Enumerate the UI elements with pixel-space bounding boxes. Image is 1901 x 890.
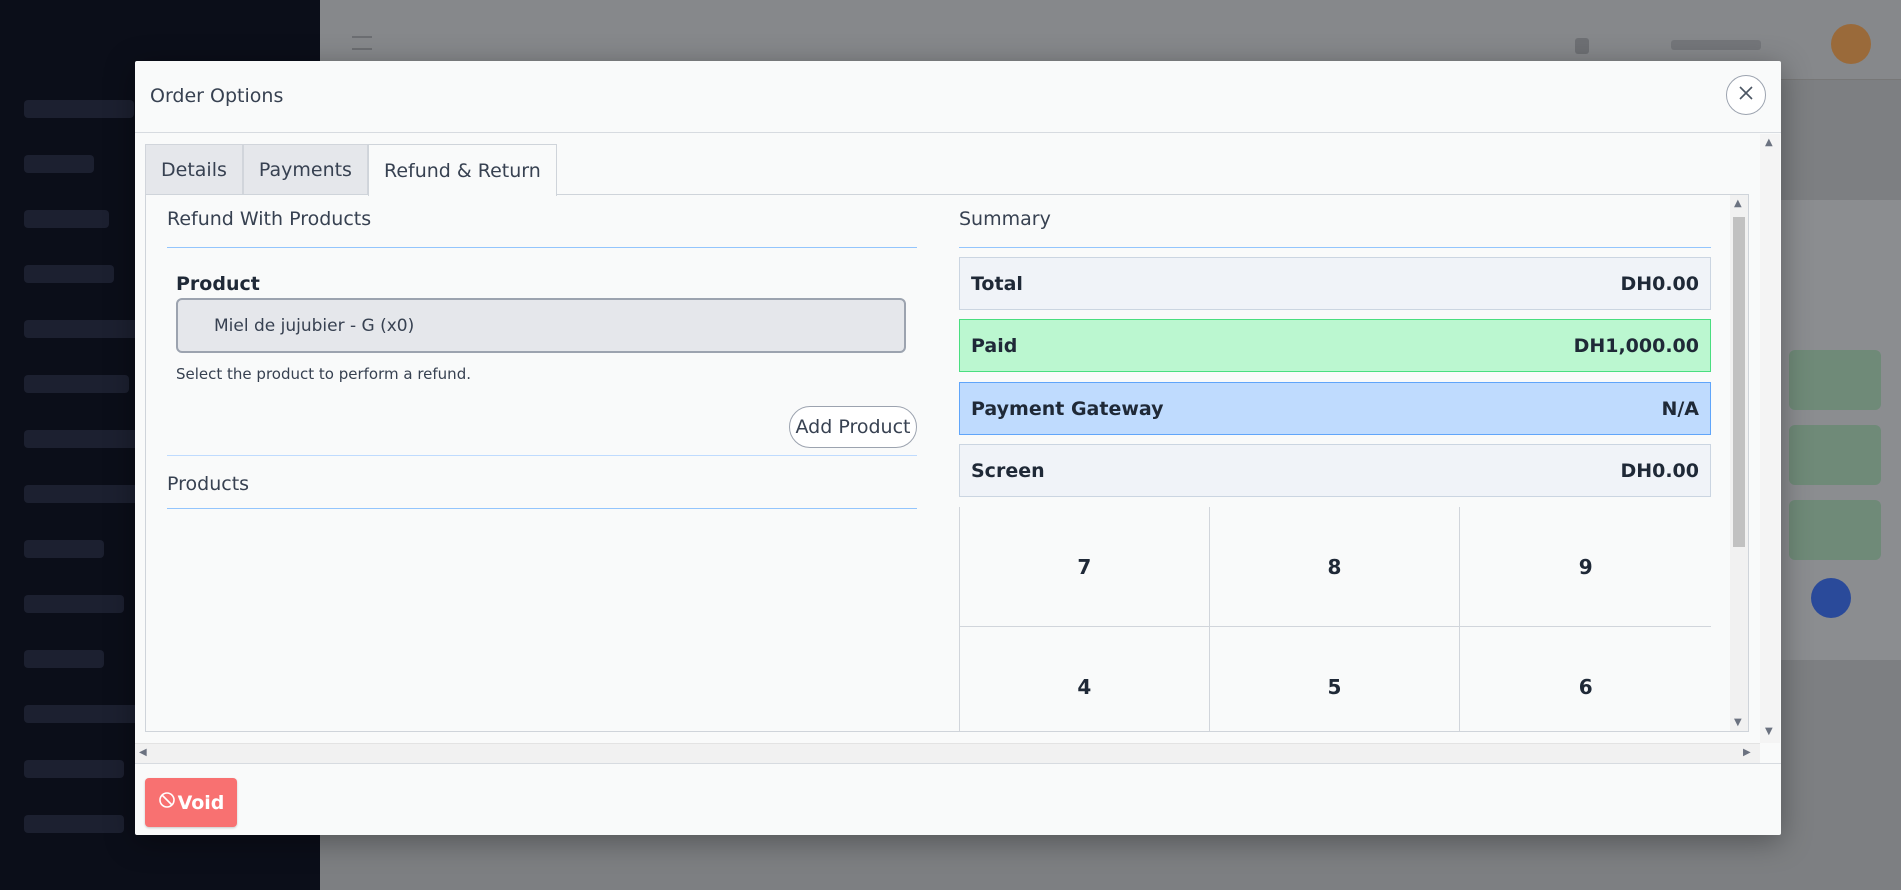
summary-gateway-value: N/A (1661, 397, 1699, 420)
close-button[interactable] (1726, 75, 1766, 115)
background-item (1789, 425, 1881, 485)
sidebar-placeholder (24, 100, 134, 118)
numpad-key-4[interactable]: 4 (959, 627, 1210, 731)
sidebar-placeholder (24, 815, 124, 833)
summary-title: Summary (959, 208, 1051, 230)
modal-horizontal-scrollbar[interactable]: ◀ ▶ (135, 743, 1760, 763)
numpad: 7 8 9 4 5 6 (959, 507, 1711, 731)
numpad-key-7[interactable]: 7 (959, 507, 1210, 627)
summary-total-value: DH0.00 (1620, 272, 1699, 295)
product-help-text: Select the product to perform a refund. (176, 365, 471, 383)
avatar (1831, 24, 1871, 64)
sidebar-placeholder (24, 155, 94, 173)
product-select-value: Miel de jujubier - G (x0) (214, 315, 415, 336)
modal-body: Details Payments Refund & Return Refund … (135, 134, 1781, 763)
products-section-title: Products (167, 473, 250, 495)
numpad-key-6[interactable]: 6 (1460, 627, 1711, 731)
sidebar-placeholder (24, 595, 124, 613)
tab-payments[interactable]: Payments (242, 144, 368, 195)
void-button-label: Void (177, 791, 225, 814)
tab-refund-return[interactable]: Refund & Return (367, 144, 557, 196)
numpad-key-5[interactable]: 5 (1209, 627, 1461, 731)
add-product-button[interactable]: Add Product (789, 406, 917, 448)
section-divider (959, 247, 1711, 248)
summary-total-row: Total DH0.00 (959, 257, 1711, 310)
sidebar-placeholder (24, 650, 104, 668)
summary-gateway-row: Payment Gateway N/A (959, 382, 1711, 435)
sidebar-placeholder (24, 265, 114, 283)
sidebar-placeholder (24, 430, 144, 448)
sidebar-placeholder (24, 705, 144, 723)
numpad-key-8[interactable]: 8 (1209, 507, 1461, 627)
bell-icon (1575, 38, 1589, 54)
product-select[interactable]: Miel de jujubier - G (x0) (176, 298, 906, 353)
section-divider (167, 508, 917, 509)
product-label: Product (176, 273, 260, 295)
close-icon (1738, 85, 1754, 105)
order-options-modal: Order Options Details Payments Refund & … (135, 61, 1781, 835)
summary-paid-label: Paid (971, 334, 1018, 357)
summary-screen-label: Screen (971, 459, 1045, 482)
sidebar-placeholder (24, 485, 139, 503)
background-button (1811, 578, 1851, 618)
scroll-down-icon[interactable]: ▼ (1734, 718, 1742, 728)
modal-vertical-scrollbar[interactable]: ▲ ▼ (1760, 134, 1780, 743)
refund-return-panel: Refund With Products Product Miel de juj… (145, 194, 1749, 732)
scroll-right-icon[interactable]: ▶ (1743, 748, 1751, 758)
tab-details[interactable]: Details (145, 144, 243, 195)
ban-icon (158, 791, 176, 814)
modal-title: Order Options (150, 85, 284, 107)
panel-scrollbar[interactable]: ▲ ▼ (1730, 195, 1748, 731)
sidebar-placeholder (24, 210, 109, 228)
void-button[interactable]: Void (145, 778, 237, 827)
section-divider (167, 247, 917, 248)
summary-paid-value: DH1,000.00 (1573, 334, 1699, 357)
menu-icon (352, 36, 372, 50)
sidebar-placeholder (24, 540, 104, 558)
sidebar-placeholder (24, 760, 124, 778)
summary-screen-row: Screen DH0.00 (959, 444, 1711, 497)
topbar-username-placeholder (1671, 40, 1761, 50)
refund-section-title: Refund With Products (167, 208, 372, 230)
sidebar-placeholder (24, 320, 139, 338)
summary-gateway-label: Payment Gateway (971, 397, 1164, 420)
modal-footer: Void (135, 763, 1781, 835)
scroll-left-icon[interactable]: ◀ (139, 748, 147, 758)
scroll-up-icon[interactable]: ▲ (1734, 199, 1742, 209)
numpad-key-9[interactable]: 9 (1460, 507, 1711, 627)
background-item (1789, 350, 1881, 410)
section-divider (167, 455, 917, 456)
modal-header: Order Options (135, 61, 1781, 133)
panel-scrollbar-thumb[interactable] (1733, 217, 1745, 547)
scroll-up-icon[interactable]: ▲ (1765, 138, 1773, 148)
sidebar-placeholder (24, 375, 129, 393)
summary-screen-value: DH0.00 (1620, 459, 1699, 482)
background-item (1789, 500, 1881, 560)
summary-total-label: Total (971, 272, 1023, 295)
summary-paid-row: Paid DH1,000.00 (959, 319, 1711, 372)
tab-bar: Details Payments Refund & Return (145, 144, 557, 196)
scroll-down-icon[interactable]: ▼ (1765, 727, 1773, 737)
